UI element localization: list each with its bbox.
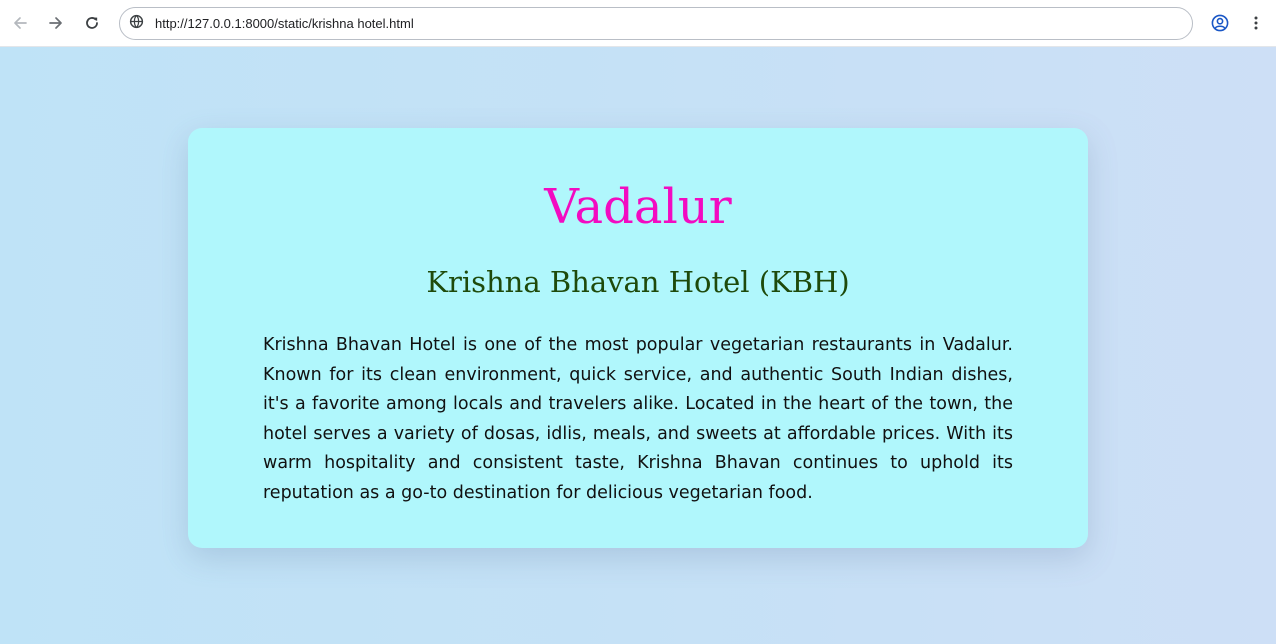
reload-icon <box>84 15 100 31</box>
hotel-card: Vadalur Krishna Bhavan Hotel (KBH) Krish… <box>188 128 1088 548</box>
hotel-name-heading: Krishna Bhavan Hotel (KBH) <box>426 265 850 299</box>
page-viewport: Vadalur Krishna Bhavan Hotel (KBH) Krish… <box>0 47 1276 644</box>
arrow-left-icon <box>12 15 28 31</box>
site-info-button[interactable] <box>128 14 144 33</box>
arrow-right-icon <box>48 15 64 31</box>
browser-toolbar: http://127.0.0.1:8000/static/krishna hot… <box>0 0 1276 47</box>
menu-button[interactable] <box>1242 8 1270 38</box>
globe-icon <box>129 14 144 33</box>
back-button[interactable] <box>6 8 34 38</box>
forward-button[interactable] <box>42 8 70 38</box>
url-text[interactable]: http://127.0.0.1:8000/static/krishna hot… <box>155 16 414 31</box>
reload-button[interactable] <box>78 8 106 38</box>
account-circle-icon <box>1211 14 1229 32</box>
browser-window: http://127.0.0.1:8000/static/krishna hot… <box>0 0 1276 644</box>
city-title: Vadalur <box>544 179 732 235</box>
hotel-description: Krishna Bhavan Hotel is one of the most … <box>263 335 1013 503</box>
vertical-dots-icon <box>1248 15 1264 31</box>
address-bar[interactable]: http://127.0.0.1:8000/static/krishna hot… <box>119 7 1193 40</box>
profile-button[interactable] <box>1206 8 1234 38</box>
